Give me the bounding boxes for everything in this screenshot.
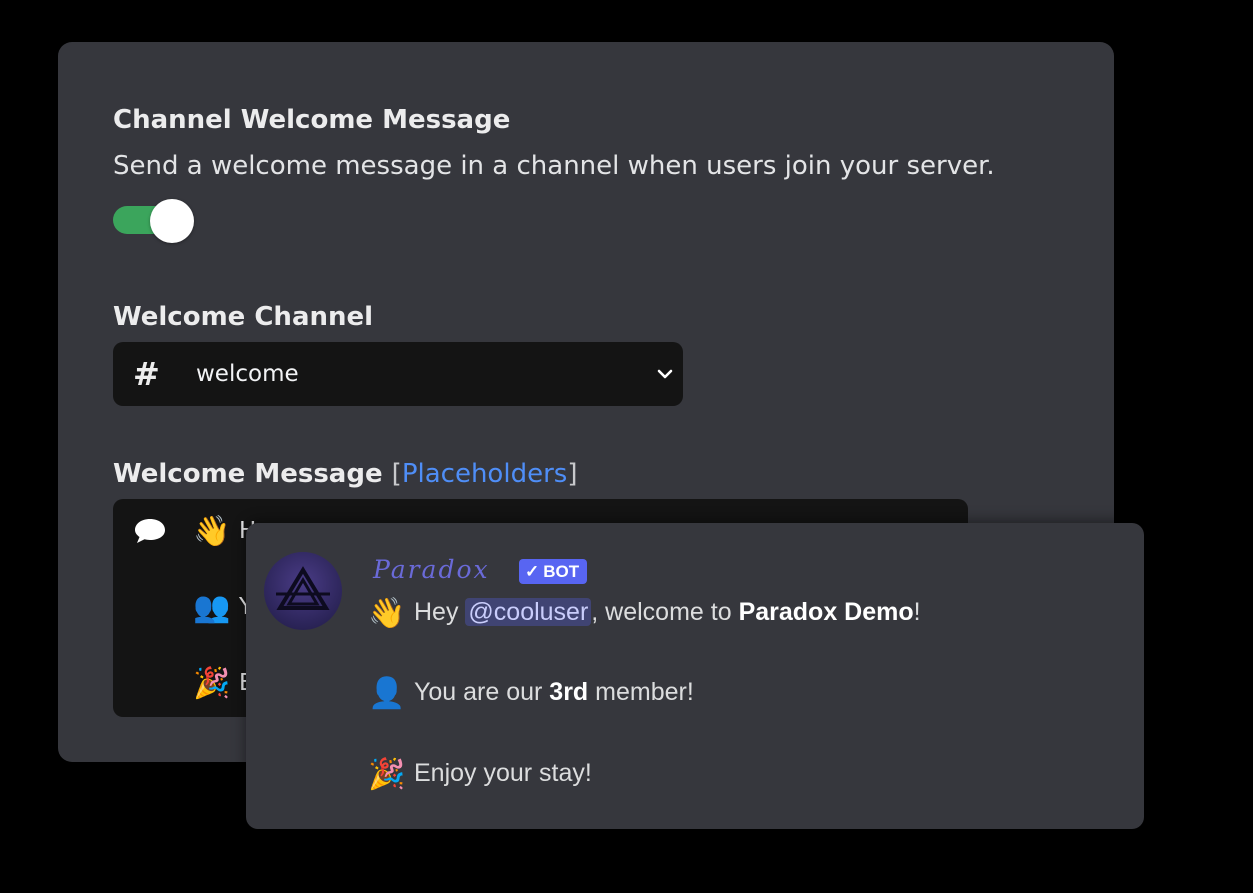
channel-welcome-message-description: Send a welcome message in a channel when… <box>113 151 995 181</box>
party-popper-icon: 🎉 <box>368 758 406 791</box>
chat-bubble-icon <box>135 519 165 543</box>
welcome-channel-title: Welcome Channel <box>113 302 374 332</box>
welcome-message-toggle[interactable] <box>113 199 197 243</box>
preview-line-member-count: 👤 You are our 3rd member! <box>368 674 694 712</box>
welcome-message-title: Welcome Message [Placeholders] <box>113 458 577 490</box>
party-popper-icon: 🎉 <box>193 666 231 701</box>
greeting-middle: , welcome to <box>591 598 739 626</box>
editor-line: 🎉E <box>193 667 254 700</box>
server-name: Paradox Demo <box>738 598 914 626</box>
editor-line: 👥Y <box>193 591 253 624</box>
hash-icon: # <box>133 355 160 393</box>
people-icon: 👥 <box>193 590 231 625</box>
welcome-message-title-text: Welcome Message <box>113 459 383 489</box>
user-mention[interactable]: @cooluser <box>465 598 592 626</box>
waving-hand-icon: 👋 <box>193 514 231 549</box>
bracket-open: [ <box>391 459 402 489</box>
chevron-down-icon <box>657 369 673 379</box>
bracket-close: ] <box>567 459 578 489</box>
bust-in-silhouette-icon: 👤 <box>368 677 406 710</box>
selected-channel: welcome <box>196 361 299 387</box>
paradox-logo-icon <box>276 566 330 610</box>
channel-welcome-message-title: Channel Welcome Message <box>113 105 511 135</box>
toggle-knob <box>150 199 194 243</box>
waving-hand-icon: 👋 <box>368 597 406 630</box>
preview-line-greeting: 👋 Hey @cooluser, welcome to Paradox Demo! <box>368 594 921 632</box>
member-prefix: You are our <box>414 678 550 706</box>
member-suffix: member! <box>588 678 694 706</box>
bot-badge: ✓ BOT <box>519 559 588 584</box>
placeholders-link[interactable]: Placeholders <box>402 459 567 489</box>
preview-line-enjoy: 🎉 Enjoy your stay! <box>368 755 592 793</box>
greeting-prefix: Hey <box>414 598 466 626</box>
bot-badge-label: BOT <box>543 562 580 581</box>
greeting-suffix: ! <box>913 598 921 626</box>
message-preview-card: Paradox ✓ BOT 👋 Hey @cooluser, welcome to … <box>246 523 1144 829</box>
enjoy-text: Enjoy your stay! <box>414 759 592 787</box>
bot-username[interactable]: Paradox <box>373 552 490 588</box>
member-count: 3rd <box>549 678 589 706</box>
checkmark-icon: ✓ <box>525 562 540 581</box>
welcome-channel-select[interactable]: # welcome <box>113 342 683 406</box>
avatar[interactable] <box>264 552 342 630</box>
